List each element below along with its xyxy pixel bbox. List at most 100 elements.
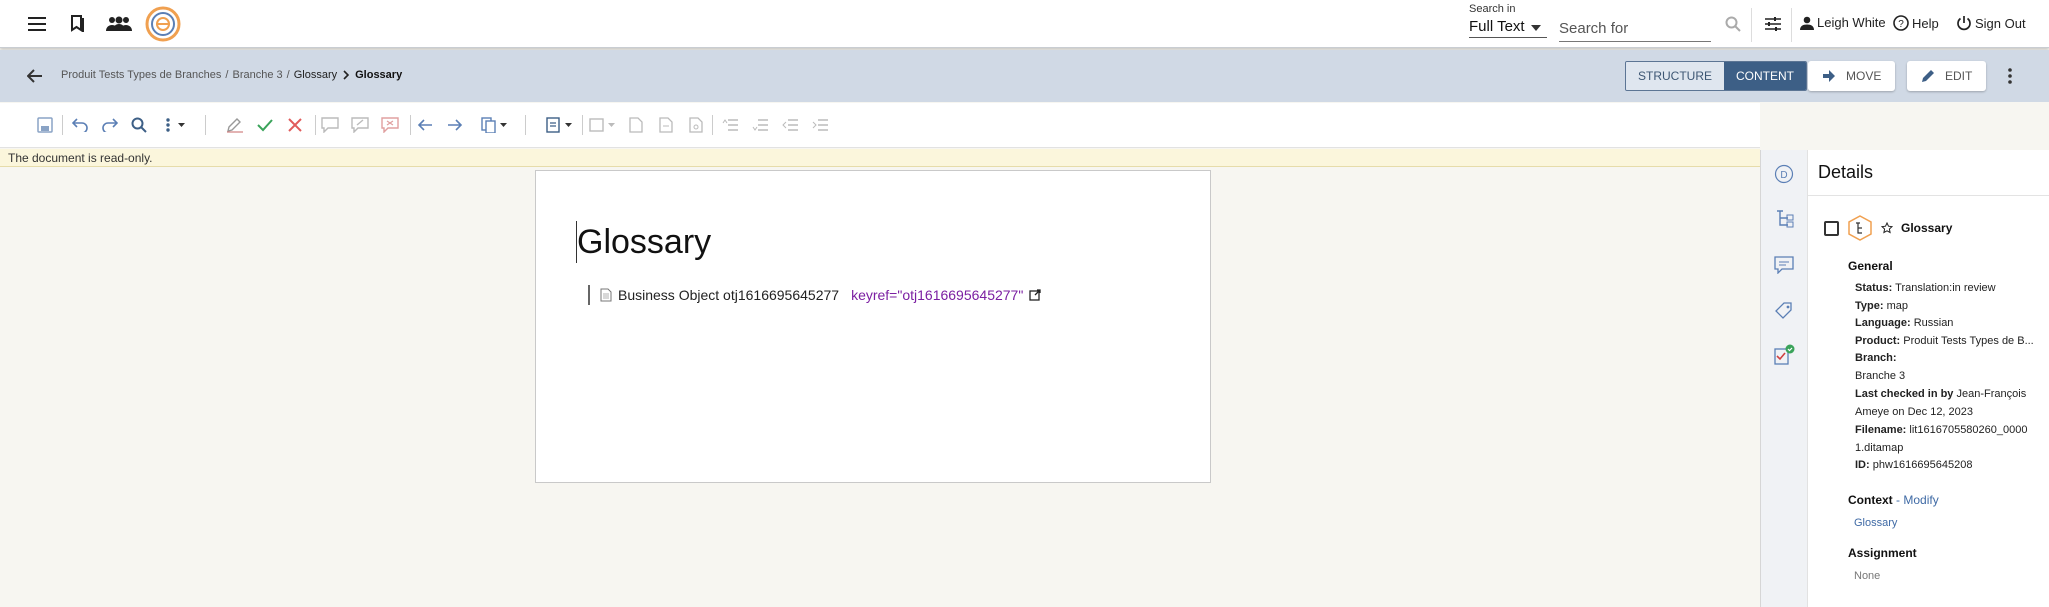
more-tools-icon[interactable] — [160, 115, 190, 135]
context-section: Context - Modify — [1848, 493, 1939, 507]
insert-keydef-icon[interactable] — [686, 115, 706, 135]
divider — [62, 115, 63, 135]
checked-in-date: Ameye on Dec 12, 2023 — [1855, 405, 1974, 418]
favorite-star-icon[interactable] — [1881, 222, 1893, 234]
outdent-icon[interactable] — [780, 115, 800, 135]
id-label: ID: — [1855, 459, 1870, 471]
more-vertical-icon[interactable] — [1997, 63, 2023, 89]
breadcrumb-current: Glossary — [355, 69, 403, 81]
filename-label: Filename: — [1855, 424, 1907, 436]
structure-tab[interactable]: STRUCTURE — [1626, 62, 1724, 90]
id-value: phw1616695645208 — [1872, 459, 1973, 471]
back-arrow-icon[interactable] — [22, 63, 48, 89]
checked-in-label: Last checked in by — [1855, 388, 1954, 400]
search-icon[interactable] — [1720, 11, 1746, 37]
help-label: Help — [1912, 15, 1939, 31]
open-external-icon[interactable] — [1029, 289, 1041, 301]
divider — [712, 115, 713, 135]
reject-change-icon[interactable] — [285, 115, 305, 135]
breadcrumb-folder[interactable]: Glossary — [294, 69, 337, 81]
divider — [315, 115, 316, 135]
move-down-icon[interactable] — [750, 115, 770, 135]
topicref-title: Business Object otj1616695645277 — [618, 287, 840, 303]
tags-icon[interactable] — [1773, 300, 1795, 322]
find-icon[interactable] — [129, 115, 149, 135]
view-toggle: STRUCTURE CONTENT — [1625, 61, 1807, 91]
accept-change-icon[interactable] — [255, 115, 275, 135]
filter-settings-icon[interactable] — [1760, 11, 1786, 37]
structure-tree-icon[interactable] — [1773, 208, 1795, 230]
user-name: Leigh White — [1817, 15, 1886, 30]
topic-file-icon — [600, 288, 612, 302]
language-value: Russian — [1913, 317, 1954, 329]
filename-value: lit1616705580260_0000 — [1909, 424, 2028, 436]
context-value-link[interactable]: Glossary — [1854, 517, 1897, 529]
document-canvas[interactable]: Glossary Business Object otj161669564527… — [535, 170, 1211, 483]
object-summary-row: Glossary — [1824, 215, 1952, 241]
insert-element-icon[interactable] — [588, 115, 618, 135]
status-label: Status: — [1855, 282, 1893, 294]
save-icon[interactable] — [35, 115, 55, 135]
divider — [205, 115, 206, 135]
details-panel-icon[interactable]: D — [1773, 163, 1795, 185]
next-change-icon[interactable] — [445, 115, 465, 135]
search-in-label: Search in — [1469, 3, 1516, 15]
insert-topic-icon[interactable] — [626, 115, 646, 135]
help-button[interactable]: ? Help — [1893, 15, 1939, 31]
select-checkbox[interactable] — [1824, 220, 1839, 236]
previous-change-icon[interactable] — [415, 115, 435, 135]
indent-icon[interactable] — [810, 115, 830, 135]
delete-comment-icon[interactable] — [380, 115, 400, 135]
insert-topichead-icon[interactable] — [656, 115, 676, 135]
comments-icon[interactable] — [1773, 254, 1795, 276]
product-value: Produit Tests Types de B... — [1903, 334, 2034, 347]
general-properties: Status: Translation:in review Type: map … — [1855, 280, 2045, 475]
keyref-attribute: keyref="otj1616695645277" — [851, 287, 1024, 303]
document-title[interactable]: Glossary — [576, 221, 711, 263]
edit-comment-icon[interactable] — [350, 115, 370, 135]
sign-out-label: Sign Out — [1975, 15, 2026, 31]
move-label: MOVE — [1846, 69, 1882, 83]
checked-in-by: Jean-François — [1956, 388, 2027, 400]
divider — [525, 115, 526, 135]
assignment-label: Assignment — [1848, 546, 1917, 560]
general-section-label: General — [1848, 259, 1893, 273]
help-icon: ? — [1893, 15, 1909, 31]
filename-value-cont: 1.ditamap — [1855, 441, 1904, 454]
status-value: Translation:in review — [1895, 282, 1996, 294]
app-logo-icon[interactable] — [143, 5, 183, 43]
add-comment-icon[interactable] — [320, 115, 340, 135]
compare-icon[interactable] — [480, 115, 510, 135]
svg-text:?: ? — [1898, 19, 1904, 30]
context-modify-link[interactable]: - Modify — [1896, 493, 1939, 507]
insert-reference-icon[interactable] — [545, 115, 575, 135]
content-tab[interactable]: CONTENT — [1724, 62, 1806, 90]
undo-icon[interactable] — [70, 115, 90, 135]
assignment-value: None — [1854, 570, 1881, 582]
move-up-icon[interactable] — [720, 115, 740, 135]
person-icon — [1800, 16, 1814, 30]
track-changes-icon[interactable] — [225, 115, 245, 135]
tasks-check-icon[interactable] — [1773, 344, 1795, 366]
caret-down-icon — [1531, 25, 1541, 31]
move-button[interactable]: MOVE — [1808, 61, 1896, 91]
topicref-row[interactable]: Business Object otj1616695645277 keyref=… — [588, 285, 1041, 305]
search-in-select[interactable]: Search in Full Text — [1469, 3, 1547, 38]
team-icon[interactable] — [104, 11, 134, 37]
hamburger-menu-icon[interactable] — [24, 11, 50, 37]
redo-icon[interactable] — [100, 115, 120, 135]
search-in-value: Full Text — [1469, 18, 1525, 35]
read-only-notice: The document is read-only. — [0, 149, 1760, 167]
top-bar: Search in Full Text Search for Leigh Whi… — [0, 0, 2049, 48]
details-panel: Details Glossary General Status: Transla… — [1807, 150, 2049, 607]
branch-value: Branche 3 — [1855, 369, 1906, 382]
search-input[interactable]: Search for — [1559, 18, 1711, 42]
move-arrow-icon — [1823, 70, 1835, 82]
breadcrumb-branch[interactable]: Branche 3 — [232, 69, 282, 81]
sign-out-button[interactable]: Sign Out — [1956, 15, 2026, 31]
bookmarks-icon[interactable] — [65, 11, 91, 37]
breadcrumb-product[interactable]: Produit Tests Types de Branches — [61, 69, 221, 81]
user-menu-button[interactable]: Leigh White — [1800, 15, 1886, 30]
divider — [1808, 195, 2049, 196]
edit-button[interactable]: EDIT — [1907, 61, 1987, 91]
